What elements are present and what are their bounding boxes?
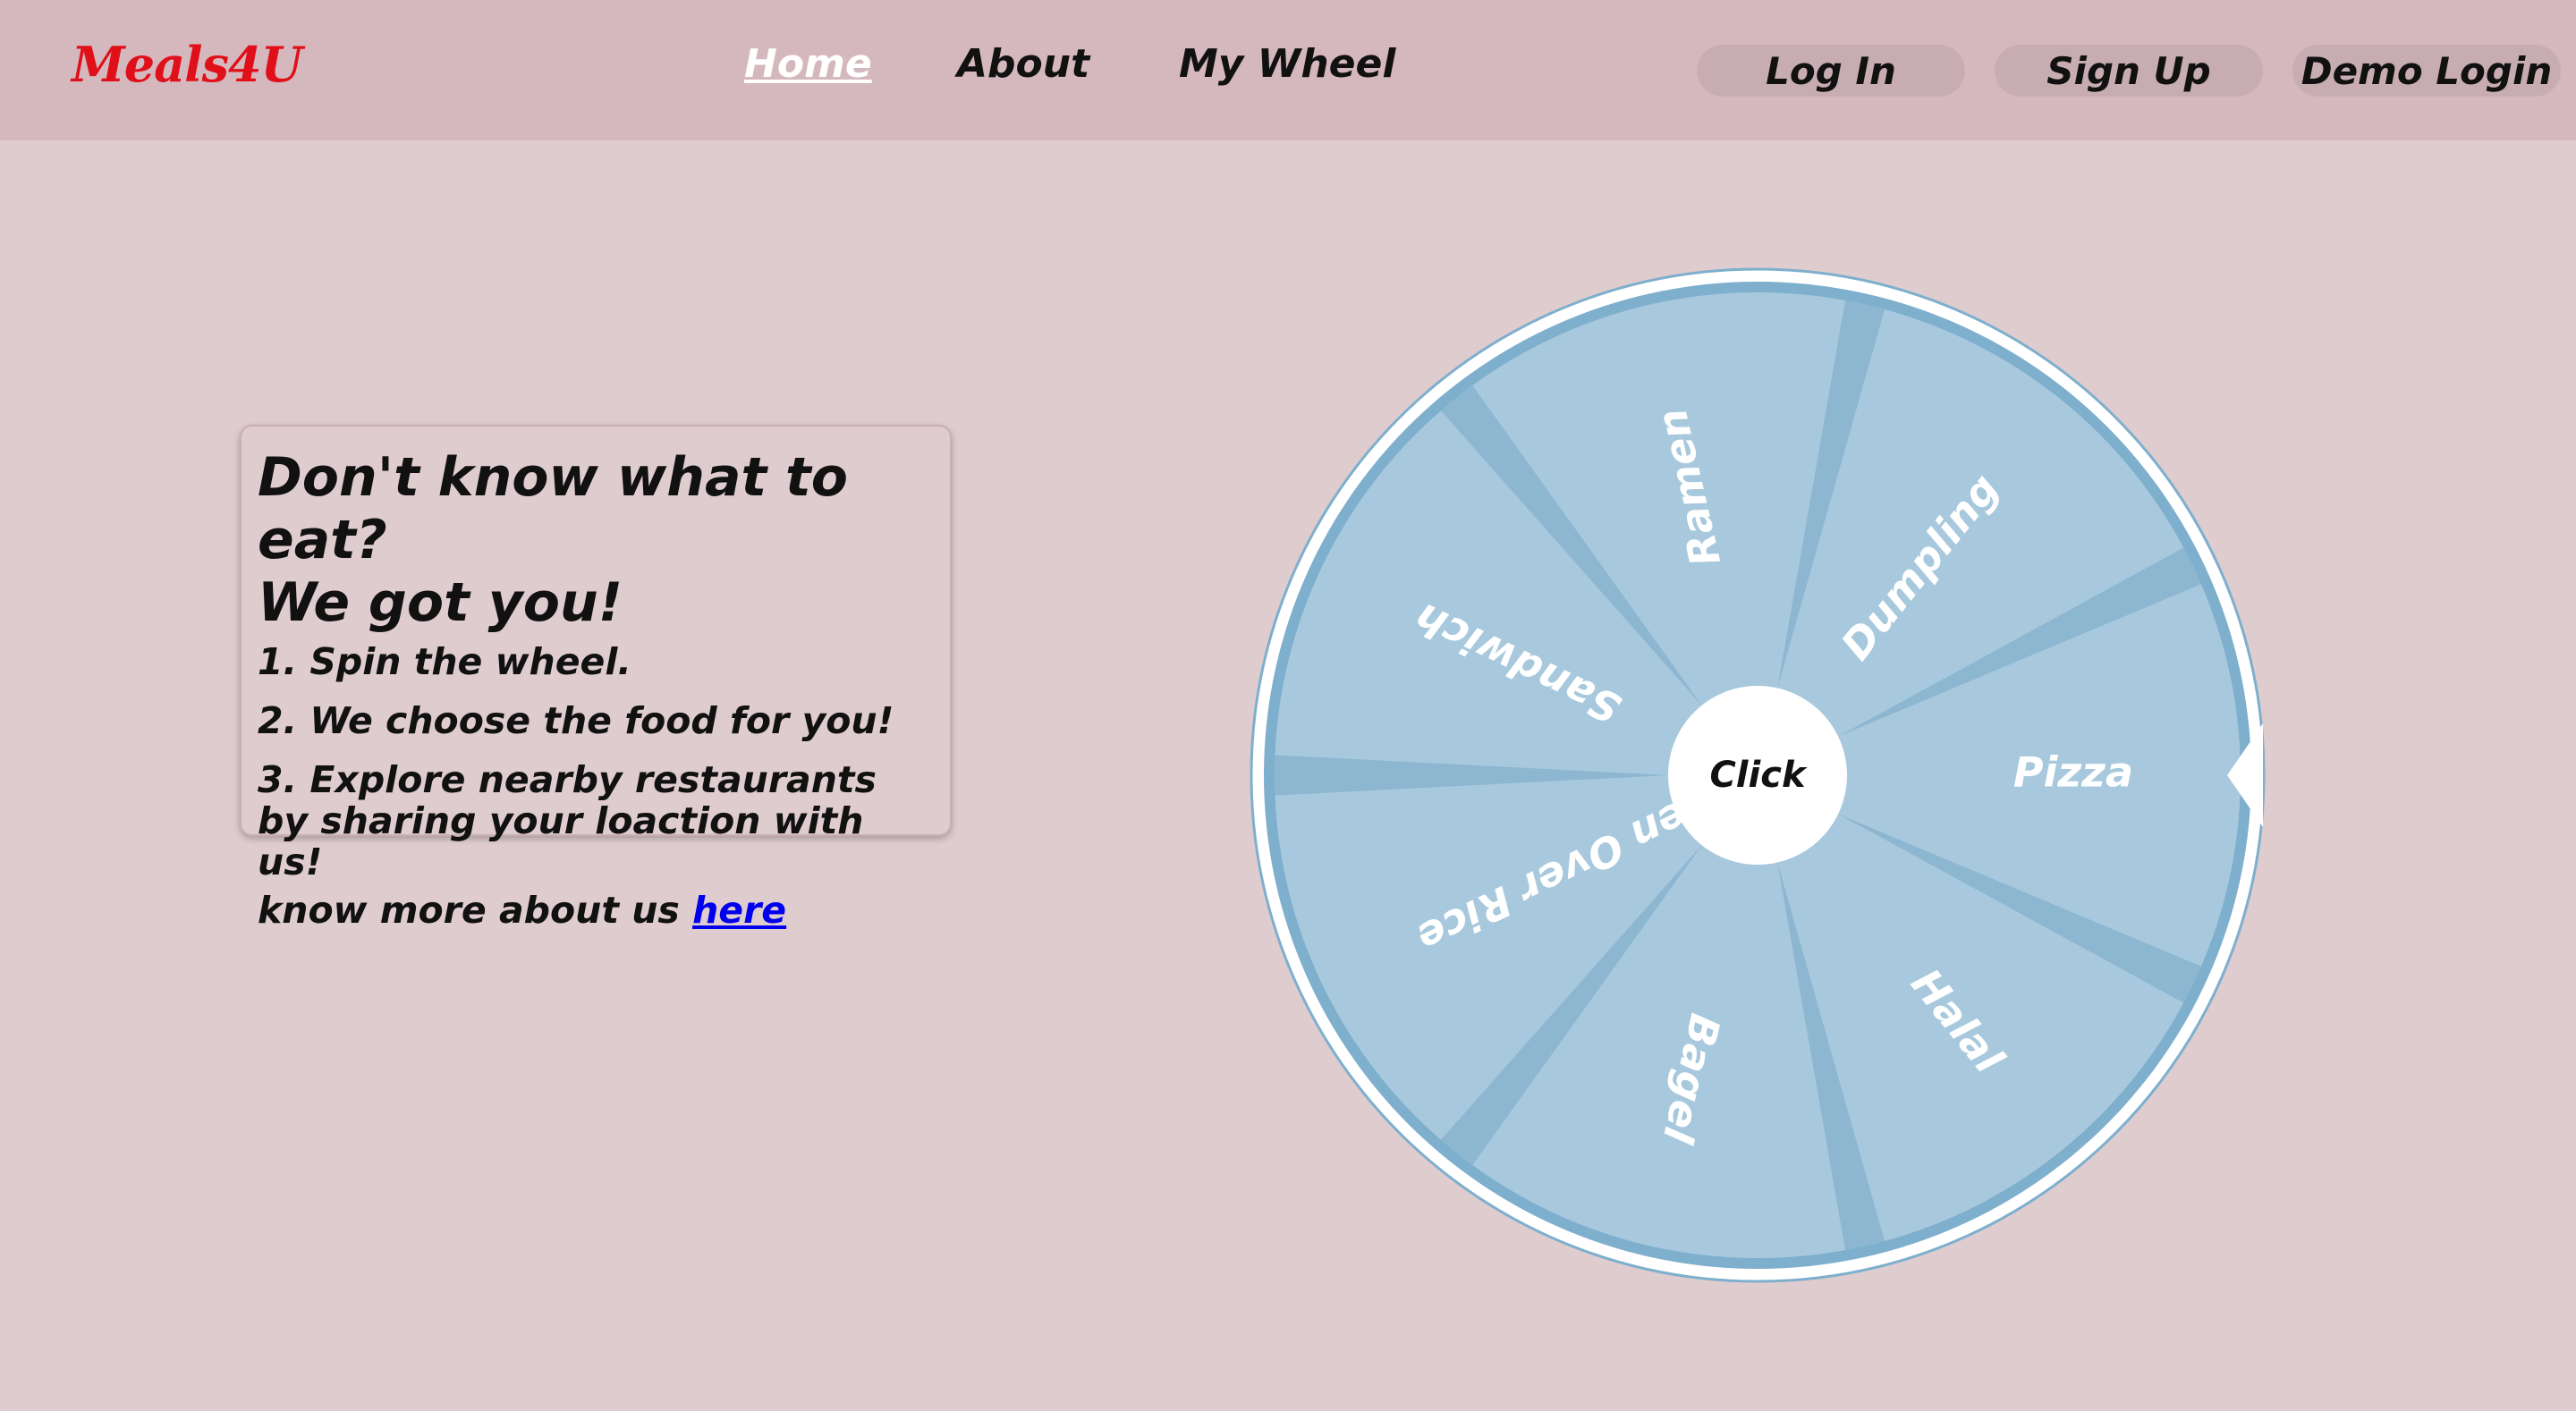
intro-title: Don't know what to eat? We got you!: [258, 446, 934, 634]
intro-step-3: 3. Explore nearby restaurants by sharing…: [258, 758, 877, 883]
brand-logo[interactable]: Meals4U: [72, 36, 303, 93]
nav-link-about[interactable]: About: [957, 41, 1089, 87]
spin-button-label[interactable]: Click: [1709, 755, 1807, 796]
nav-link-my-wheel[interactable]: My Wheel: [1179, 41, 1395, 87]
food-wheel[interactable]: Pizza Halal Bagel Chicken Over Rice Sandwich…: [1243, 265, 2272, 1293]
top-navbar: Meals4U Home About My Wheel Log In Sign …: [0, 0, 2576, 140]
intro-more: know more about us here: [258, 890, 934, 931]
intro-more-text: know more about us: [258, 889, 680, 932]
intro-title-line2: We got you!: [258, 571, 623, 634]
wheel-graphic[interactable]: PizzaHalalBagelChicken Over RiceSandwich…: [1243, 265, 2272, 1293]
demo-login-button[interactable]: Demo Login: [2292, 45, 2561, 97]
nav-link-home[interactable]: Home: [744, 41, 872, 87]
intro-title-line1: Don't know what to eat?: [258, 446, 848, 571]
wheel-segment-label: Pizza: [2013, 748, 2133, 797]
intro-card: Don't know what to eat? We got you! 1. S…: [240, 425, 952, 931]
login-button[interactable]: Log In: [1697, 45, 1965, 97]
signup-button[interactable]: Sign Up: [1995, 45, 2263, 97]
about-here-link[interactable]: here: [692, 889, 786, 932]
intro-step-2: 2. We choose the food for you!: [258, 699, 894, 742]
intro-step-1: 1. Spin the wheel.: [258, 640, 631, 683]
